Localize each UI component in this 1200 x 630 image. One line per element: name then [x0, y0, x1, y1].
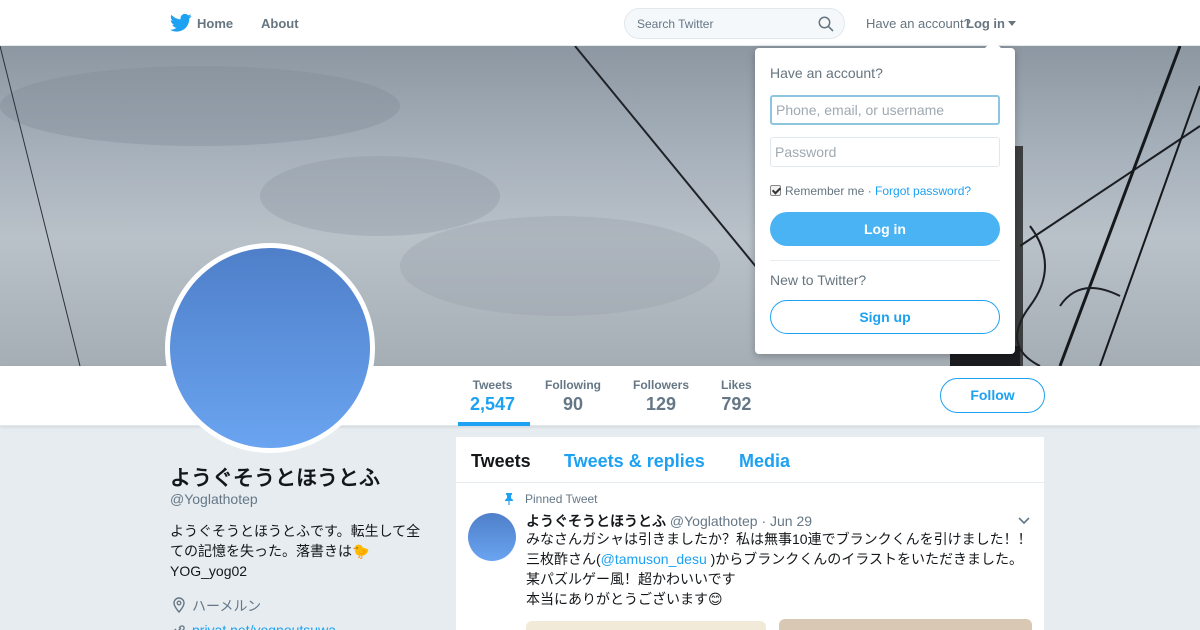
tweet-date[interactable]: · Jun 29 — [761, 513, 812, 529]
tweet-line: みなさんガシャは引きましたか？私は無事10連でブランクくんを引けました！！ — [526, 531, 1032, 547]
pin-icon — [505, 493, 513, 505]
stat-followers[interactable]: Followers 129 — [633, 378, 689, 415]
stat-tweets-label: Tweets — [472, 378, 513, 392]
follow-button[interactable]: Follow — [940, 378, 1045, 413]
profile-avatar[interactable] — [165, 243, 375, 453]
stat-following[interactable]: Following 90 — [545, 378, 601, 415]
tweet-avatar[interactable] — [468, 513, 516, 561]
tweet-author-name[interactable]: ようぐそうとほうとふ — [526, 513, 666, 529]
timeline: Tweets Tweets & replies Media Pinned Twe… — [456, 437, 1044, 630]
profile-url-link[interactable]: privat.net/yognoutsuwa — [192, 622, 336, 630]
stat-tweets-value: 2,547 — [470, 394, 516, 414]
location-pin-icon — [173, 597, 185, 613]
remember-me-checkbox[interactable] — [770, 185, 781, 196]
search-icon[interactable] — [818, 16, 834, 32]
tweet-line-text: )からブランクくんのイラストをいただきました。 — [706, 551, 1024, 567]
tweet-line: 本当にありがとうございます😊 — [526, 591, 723, 607]
have-account-text: Have an account? — [866, 16, 971, 31]
pinned-tweet-label: Pinned Tweet — [525, 492, 598, 506]
stat-likes-label: Likes — [721, 378, 752, 392]
login-dropdown: Have an account? Remember me · Forgot pa… — [755, 40, 1015, 354]
new-to-twitter-text: New to Twitter? — [770, 272, 867, 288]
stat-followers-value: 129 — [645, 394, 677, 414]
search-input[interactable]: Search Twitter — [637, 17, 713, 31]
tweet-line: 某パズルゲー風！超かわいいです — [526, 571, 736, 587]
timeline-tabs: Tweets Tweets & replies Media — [456, 437, 1044, 483]
top-nav: Home About Search Twitter Have an accoun… — [0, 0, 1200, 46]
tab-media[interactable]: Media — [739, 451, 790, 472]
tweet-header: ようぐそうとほうとふ @Yoglathotep · Jun 29 — [526, 511, 812, 531]
active-stat-underline — [458, 422, 530, 426]
username-input[interactable] — [770, 95, 1000, 125]
remember-separator: · — [864, 184, 876, 198]
stat-likes[interactable]: Likes 792 — [721, 378, 752, 415]
remember-me-label[interactable]: Remember me — [785, 184, 864, 198]
twitter-bird-icon[interactable] — [170, 13, 192, 33]
tab-tweets-replies[interactable]: Tweets & replies — [564, 451, 705, 472]
stat-following-value: 90 — [562, 394, 584, 414]
caret-down-icon[interactable] — [1008, 21, 1016, 26]
link-icon — [174, 625, 185, 630]
tweet-line-text: 三枚酢さん( — [526, 551, 601, 567]
tweet-media-right[interactable] — [779, 619, 1032, 630]
dropdown-divider — [770, 260, 1000, 261]
password-input[interactable] — [770, 137, 1000, 167]
stat-followers-label: Followers — [633, 378, 690, 392]
search-box[interactable]: Search Twitter — [624, 8, 845, 39]
tweet-media-left[interactable] — [526, 621, 766, 630]
forgot-password-link[interactable]: Forgot password? — [875, 184, 971, 198]
tweet-text: みなさんガシャは引きましたか？私は無事10連でブランクくんを引けました！！ 三枚… — [526, 529, 1036, 609]
login-menu-button[interactable]: Log in — [966, 16, 1005, 31]
nav-home-link[interactable]: Home — [197, 16, 233, 31]
login-button[interactable]: Log in — [770, 212, 1000, 246]
mention-link[interactable]: @tamuson_desu — [601, 551, 707, 567]
signup-button[interactable]: Sign up — [770, 300, 1000, 334]
stat-following-label: Following — [545, 378, 601, 392]
nav-about-link[interactable]: About — [261, 16, 299, 31]
stat-likes-value: 792 — [721, 394, 752, 414]
avatar-image — [170, 248, 370, 448]
profile-screen-name[interactable]: @Yoglathotep — [170, 491, 258, 507]
tweet-menu-chevron-icon[interactable] — [1018, 517, 1030, 525]
profile-display-name[interactable]: ようぐそうとほうとふ — [170, 462, 380, 492]
tweet-author-handle[interactable]: @Yoglathotep — [670, 513, 758, 529]
tweet-line: 三枚酢さん(@tamuson_desu )からブランクくんのイラストをいただきま… — [526, 549, 1036, 569]
tab-tweets[interactable]: Tweets — [471, 451, 531, 472]
remember-row: Remember me · Forgot password? — [770, 184, 971, 198]
stat-tweets[interactable]: Tweets 2,547 — [470, 378, 515, 415]
dropdown-title: Have an account? — [770, 65, 883, 81]
profile-bio: ようぐそうとほうとふです。転生して全ての記憶を失った。落書きは🐤 YOG_yog… — [170, 523, 421, 579]
profile-location: ハーメルン — [192, 598, 262, 614]
